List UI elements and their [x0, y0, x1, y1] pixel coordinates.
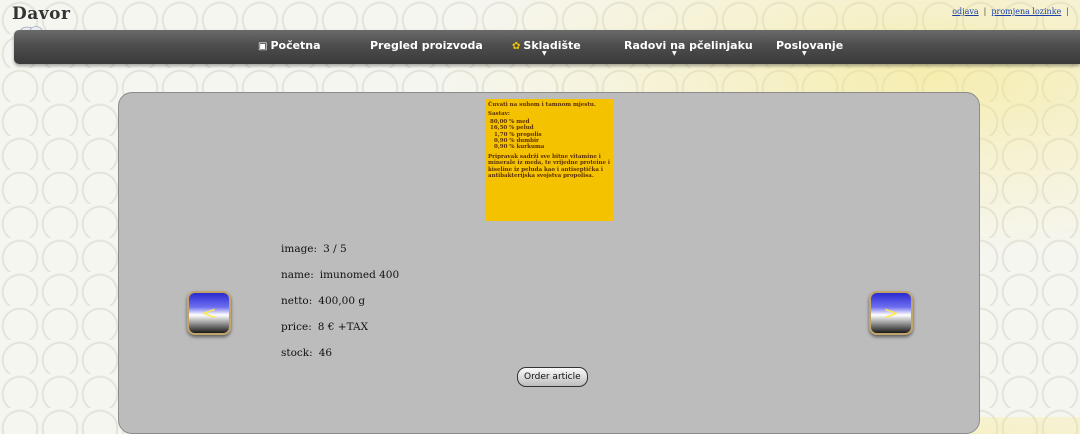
- order-article-button[interactable]: Order article: [517, 367, 588, 387]
- field-label: price:: [281, 321, 312, 333]
- previous-image-button[interactable]: <: [187, 291, 231, 335]
- product-stock: stock: 46: [281, 347, 332, 359]
- chevron-down-icon: ▼: [672, 50, 677, 57]
- next-image-button[interactable]: >: [869, 291, 913, 335]
- product-panel: Čuvati na suhom i tamnom mjestu. Sastav:…: [118, 92, 980, 434]
- field-label: netto:: [281, 295, 313, 307]
- nav-item-label: Poslovanje: [776, 39, 844, 52]
- field-value: 8 € +TAX: [317, 321, 369, 333]
- field-value: 46: [318, 347, 333, 359]
- field-label: name:: [281, 269, 314, 281]
- field-value: imunomed 400: [319, 269, 400, 281]
- field-label: stock:: [281, 347, 313, 359]
- label-heading: Čuvati na suhom i tamnom mjestu.: [488, 102, 596, 108]
- nav-item-home[interactable]: ▣ Početna: [258, 39, 321, 52]
- product-price: price: 8 € +TAX: [281, 321, 368, 333]
- label-ingredient: 0,90 % kurkuma: [494, 144, 545, 151]
- arrow-left-icon: <: [201, 302, 217, 324]
- product-netto: netto: 400,00 g: [281, 295, 365, 307]
- chevron-down-icon: ▼: [802, 50, 807, 57]
- nav-item-label: Početna: [270, 39, 321, 52]
- chevron-down-icon: ▼: [542, 50, 547, 57]
- brand-title: Davor: [12, 4, 71, 24]
- nav-item-label: Radovi na pčelinjaku: [624, 39, 753, 52]
- nav-item-label: Skladište: [523, 39, 581, 52]
- arrow-right-icon: >: [883, 302, 899, 324]
- honey-icon: ✿: [512, 41, 521, 52]
- image-counter: image: 3 / 5: [281, 243, 347, 255]
- field-value: 400,00 g: [318, 295, 366, 307]
- nav-item-products[interactable]: Pregled proizvoda: [370, 39, 483, 52]
- field-label: image:: [281, 243, 318, 255]
- nav-item-apiary-work[interactable]: Radovi na pčelinjaku: [624, 39, 753, 52]
- logout-link[interactable]: odjava: [952, 7, 978, 16]
- field-value: 3 / 5: [323, 243, 347, 255]
- product-label-image: Čuvati na suhom i tamnom mjestu. Sastav:…: [485, 99, 613, 221]
- nav-item-label: Pregled proizvoda: [370, 39, 483, 52]
- label-composition-title: Sastav:: [488, 111, 510, 118]
- product-name: name: imunomed 400: [281, 269, 399, 281]
- label-description: Pripravak sadrži sve bitne vitamine i mi…: [488, 153, 610, 180]
- home-icon: ▣: [258, 41, 268, 52]
- top-links: odjava | promjena lozinke |: [952, 7, 1069, 16]
- nav-item-business[interactable]: Poslovanje: [776, 39, 843, 52]
- change-password-link[interactable]: promjena lozinke: [991, 7, 1061, 16]
- main-nav: ▣ Početna Pregled proizvoda ✿ Skladište ▼ …: [14, 30, 1080, 64]
